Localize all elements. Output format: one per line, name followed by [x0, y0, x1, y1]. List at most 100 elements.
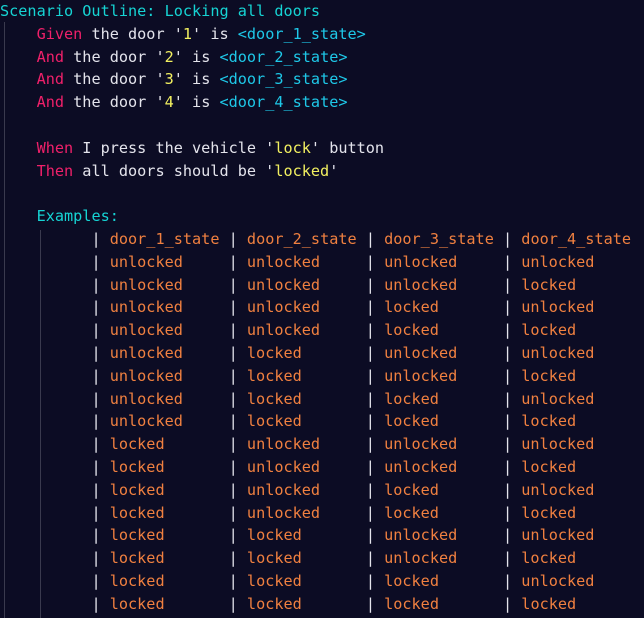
- table-pipe: |: [228, 435, 247, 454]
- table-pipe: |: [365, 594, 385, 613]
- table-pipe: |: [502, 412, 522, 431]
- scenario-title-separator: [155, 2, 164, 20]
- step-keyword: Given: [36, 24, 83, 43]
- step-text: the door ': [82, 24, 183, 43]
- table-cell: locked: [384, 412, 439, 431]
- code-editor[interactable]: Scenario Outline: Locking all doors Give…: [0, 0, 644, 618]
- cell-padding: [457, 526, 503, 544]
- table-cell: door_1_state: [109, 230, 220, 248]
- table-pipe: |: [228, 344, 247, 362]
- table-pipe: |: [365, 389, 385, 408]
- table-pipe: |: [502, 549, 522, 568]
- table-cell: unlocked: [521, 389, 595, 408]
- step-text: ' is: [173, 47, 220, 66]
- cell-padding: [457, 549, 503, 567]
- step-line: And the door '3' is <door_3_state>: [0, 68, 348, 91]
- table-cell: locked: [109, 526, 165, 545]
- table-pipe: |: [503, 230, 522, 248]
- table-cell: locked: [109, 572, 165, 590]
- table-pipe: |: [502, 435, 522, 454]
- examples-table-row: | locked | locked | locked | locked |: [0, 593, 644, 616]
- table-cell: unlocked: [384, 435, 458, 454]
- table-cell: unlocked: [109, 275, 183, 294]
- cell-padding: [576, 276, 640, 294]
- table-pipe: |: [91, 458, 110, 476]
- cell-padding: [457, 344, 503, 362]
- cell-padding: [183, 298, 229, 316]
- cell-padding: [439, 390, 503, 408]
- examples-table-row: | locked | unlocked | unlocked | locked …: [0, 456, 644, 479]
- table-pipe: |: [91, 275, 110, 294]
- table-pipe: |: [228, 549, 247, 568]
- table-cell: locked: [109, 549, 165, 568]
- step-parameter: <door_2_state>: [219, 47, 348, 66]
- table-cell: locked: [246, 549, 302, 568]
- table-cell: unlocked: [521, 344, 595, 362]
- table-cell: locked: [521, 594, 577, 613]
- cell-padding: [576, 458, 640, 476]
- table-pipe: |: [502, 275, 522, 294]
- step-line: And the door '4' is <door_4_state>: [0, 91, 348, 114]
- table-pipe: |: [502, 366, 522, 385]
- table-pipe: |: [502, 458, 522, 476]
- table-pipe: |: [502, 321, 522, 340]
- table-pipe: |: [365, 344, 385, 362]
- table-cell: locked: [521, 549, 577, 568]
- table-pipe: |: [640, 230, 644, 248]
- table-cell: locked: [109, 435, 165, 454]
- cell-padding: [302, 344, 366, 362]
- cell-padding: [594, 572, 640, 590]
- step-parameter: <door_4_state>: [219, 93, 348, 112]
- examples-table-row: | unlocked | locked | unlocked | locked …: [0, 365, 644, 388]
- cell-padding: [165, 458, 229, 476]
- table-pipe: |: [640, 390, 644, 408]
- scenario-outline-line: Scenario Outline: Locking all doors: [0, 0, 320, 23]
- table-pipe: |: [503, 594, 522, 613]
- when-step-line: When I press the vehicle 'lock' button: [0, 137, 384, 160]
- cell-padding: [183, 253, 229, 271]
- examples-table-row: | unlocked | unlocked | unlocked | unloc…: [0, 251, 644, 274]
- cell-padding: [302, 572, 366, 590]
- table-pipe: |: [228, 526, 247, 545]
- table-cell: unlocked: [521, 298, 595, 317]
- table-pipe: |: [365, 230, 385, 248]
- table-pipe: |: [640, 595, 644, 613]
- cell-padding: [457, 435, 503, 453]
- table-pipe: |: [640, 367, 644, 385]
- table-cell: locked: [521, 321, 577, 340]
- table-cell: locked: [521, 366, 577, 385]
- door-number: 3: [164, 70, 174, 89]
- table-pipe: |: [91, 549, 110, 568]
- table-pipe: |: [91, 230, 110, 248]
- then-step-line: Then all doors should be 'locked': [0, 160, 339, 183]
- table-cell: unlocked: [521, 252, 595, 271]
- table-pipe: |: [365, 252, 385, 271]
- cell-padding: [457, 458, 503, 476]
- table-pipe: |: [640, 276, 644, 294]
- door-number: 4: [164, 93, 174, 112]
- table-cell: unlocked: [384, 275, 458, 294]
- table-cell: unlocked: [521, 526, 595, 545]
- cell-padding: [320, 253, 366, 271]
- table-pipe: |: [640, 458, 644, 476]
- table-cell: locked: [246, 412, 302, 431]
- table-pipe: |: [365, 480, 385, 499]
- cell-padding: [219, 230, 228, 248]
- table-cell: unlocked: [246, 252, 321, 271]
- step-text: ' is: [192, 24, 238, 43]
- table-cell: locked: [246, 526, 302, 545]
- step-keyword: And: [36, 93, 65, 112]
- cell-padding: [594, 390, 640, 408]
- scenario-title: Locking all doors: [164, 2, 321, 20]
- cell-padding: [576, 412, 640, 430]
- door-number: 2: [164, 47, 174, 66]
- table-cell: unlocked: [109, 412, 183, 431]
- table-cell: locked: [246, 344, 302, 362]
- cell-padding: [576, 321, 640, 339]
- cell-padding: [302, 526, 366, 544]
